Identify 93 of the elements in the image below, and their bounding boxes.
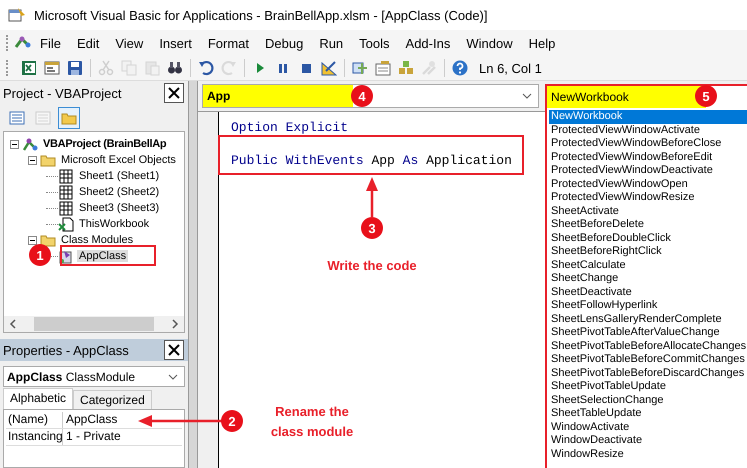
procedure-item[interactable]: SheetBeforeDoubleClick	[549, 232, 747, 245]
window-title: Microsoft Visual Basic for Applications - BrainBellApp.xlsm - [AppClass (Code)]	[34, 8, 488, 22]
close-button[interactable]	[164, 340, 184, 360]
annotation-text: Write the code	[326, 257, 418, 275]
code-line: Public WithEvents App As Application	[231, 153, 512, 169]
property-value[interactable]: 1 - Private	[63, 429, 121, 445]
chevron-icon	[522, 93, 532, 99]
menu-item[interactable]: Run	[311, 36, 352, 50]
procedure-item[interactable]: SheetBeforeRightClick	[549, 245, 747, 258]
code-line: Option Explicit	[231, 120, 350, 136]
procedure-item[interactable]: ProtectedViewWindowBeforeClose	[549, 137, 747, 150]
menu-item[interactable]: Edit	[68, 36, 108, 50]
property-name: Instancing	[6, 429, 63, 445]
sheet-icon	[58, 168, 74, 184]
procedure-item[interactable]: SheetPivotTableBeforeCommitChanges	[549, 353, 747, 366]
properties-icon[interactable]	[375, 60, 391, 76]
scroll-right-icon[interactable]	[171, 319, 179, 329]
procedure-item[interactable]: WindowActivate	[549, 420, 747, 434]
procedure-item[interactable]: ProtectedViewWindowBeforeEdit	[549, 150, 747, 164]
collapse-toggle[interactable]	[28, 236, 37, 244]
tree-item[interactable]: AppClass	[77, 250, 128, 262]
procedure-item[interactable]: SheetBeforeDelete	[549, 218, 747, 232]
procedure-item[interactable]: SheetPivotTableAfterValueChange	[549, 326, 747, 340]
find-icon[interactable]	[167, 60, 183, 76]
folder-icon	[61, 111, 77, 125]
tree-item[interactable]: Class Modules	[59, 234, 136, 246]
scroll-left-icon[interactable]	[9, 319, 17, 329]
tree-item[interactable]: Sheet3 (Sheet3)	[77, 202, 162, 214]
chevron-icon	[168, 374, 178, 380]
procedure-item[interactable]: SheetCalculate	[549, 258, 747, 272]
workbook-icon	[58, 216, 74, 232]
procedure-item[interactable]: SheetLensGalleryRenderComplete	[549, 312, 747, 326]
save-icon[interactable]	[67, 60, 83, 76]
sheet-icon	[58, 200, 74, 216]
menu-item[interactable]: File	[32, 36, 69, 50]
procedure-item[interactable]: ProtectedViewWindowActivate	[549, 124, 747, 137]
cursor-position: Ln 6, Col 1	[479, 60, 542, 76]
panel-title: Project - VBAProject	[3, 86, 122, 100]
tree-item[interactable]: ThisWorkbook	[77, 218, 152, 230]
procedure-item[interactable]: SheetPivotTableBeforeDiscardChanges	[549, 366, 747, 380]
procedure-item[interactable]: ProtectedViewWindowResize	[549, 191, 747, 204]
procedure-item[interactable]: SheetFollowHyperlink	[549, 299, 747, 312]
property-value[interactable]: AppClass	[63, 412, 118, 428]
sheet-icon	[58, 184, 74, 200]
procedure-item[interactable]: WindowResize	[549, 448, 747, 461]
collapse-toggle[interactable]	[10, 140, 19, 148]
menu-item[interactable]: Tools	[351, 36, 398, 50]
procedure-item[interactable]: SheetSelectionChange	[549, 394, 747, 407]
excel-icon[interactable]	[21, 60, 37, 76]
procedure-item[interactable]: ProtectedViewWindowOpen	[549, 178, 747, 191]
undo-icon[interactable]	[198, 60, 214, 76]
app-icon	[8, 7, 26, 23]
procedure-item[interactable]: SheetTableUpdate	[549, 407, 747, 420]
toggle-folders-button[interactable]	[58, 107, 80, 129]
object-dropdown[interactable]: AppClass ClassModule	[3, 366, 185, 387]
menu-item[interactable]: Add-Ins	[398, 36, 458, 50]
panel-title: Properties - AppClass	[3, 342, 129, 358]
folder-icon	[40, 232, 56, 248]
procedure-item[interactable]: WindowDeactivate	[549, 434, 747, 448]
tree-item[interactable]: Sheet1 (Sheet1)	[77, 170, 162, 182]
menu-item[interactable]: Help	[520, 36, 564, 50]
tab[interactable]: Categorized	[73, 390, 152, 409]
procedure-item[interactable]: SheetDeactivate	[549, 286, 747, 299]
menu-item[interactable]: Debug	[257, 36, 312, 50]
menu-item[interactable]: View	[107, 36, 152, 50]
list-icon	[35, 111, 51, 125]
insert-form-icon[interactable]	[44, 60, 60, 76]
tree-item[interactable]: VBAProject (BrainBellAp	[41, 138, 168, 150]
procedure-item[interactable]: SheetActivate	[549, 204, 747, 218]
menu-item[interactable]: Window	[458, 36, 521, 50]
procedure-item[interactable]: ProtectedViewWindowDeactivate	[549, 164, 747, 178]
annotation-text: Rename the class module	[270, 403, 354, 441]
horizontal-scrollbar[interactable]	[4, 316, 184, 332]
project-icon	[22, 136, 38, 152]
menu-item[interactable]: Format	[200, 36, 257, 50]
tree-item[interactable]: Microsoft Excel Objects	[59, 154, 178, 166]
procedure-item[interactable]: SheetPivotTableBeforeAllocateChanges	[549, 340, 747, 353]
tab[interactable]: Alphabetic	[3, 388, 74, 409]
tree-item[interactable]: Sheet2 (Sheet2)	[77, 186, 162, 198]
collapse-toggle[interactable]	[28, 156, 37, 164]
arrow	[366, 177, 378, 217]
procedure-item[interactable]: SheetPivotTableUpdate	[549, 380, 747, 394]
project-icon[interactable]	[352, 60, 368, 76]
help-icon[interactable]	[452, 60, 468, 76]
menu-item[interactable]: Insert	[151, 36, 200, 50]
close-button[interactable]	[164, 83, 184, 103]
list-icon	[9, 111, 25, 125]
design-icon[interactable]	[321, 60, 337, 76]
procedure-item[interactable]: SheetChange	[549, 272, 747, 286]
property-name: (Name)	[6, 412, 63, 428]
vba-icon	[14, 35, 32, 51]
procedure-item[interactable]: NewWorkbook	[549, 110, 747, 124]
folder-icon	[40, 152, 56, 168]
